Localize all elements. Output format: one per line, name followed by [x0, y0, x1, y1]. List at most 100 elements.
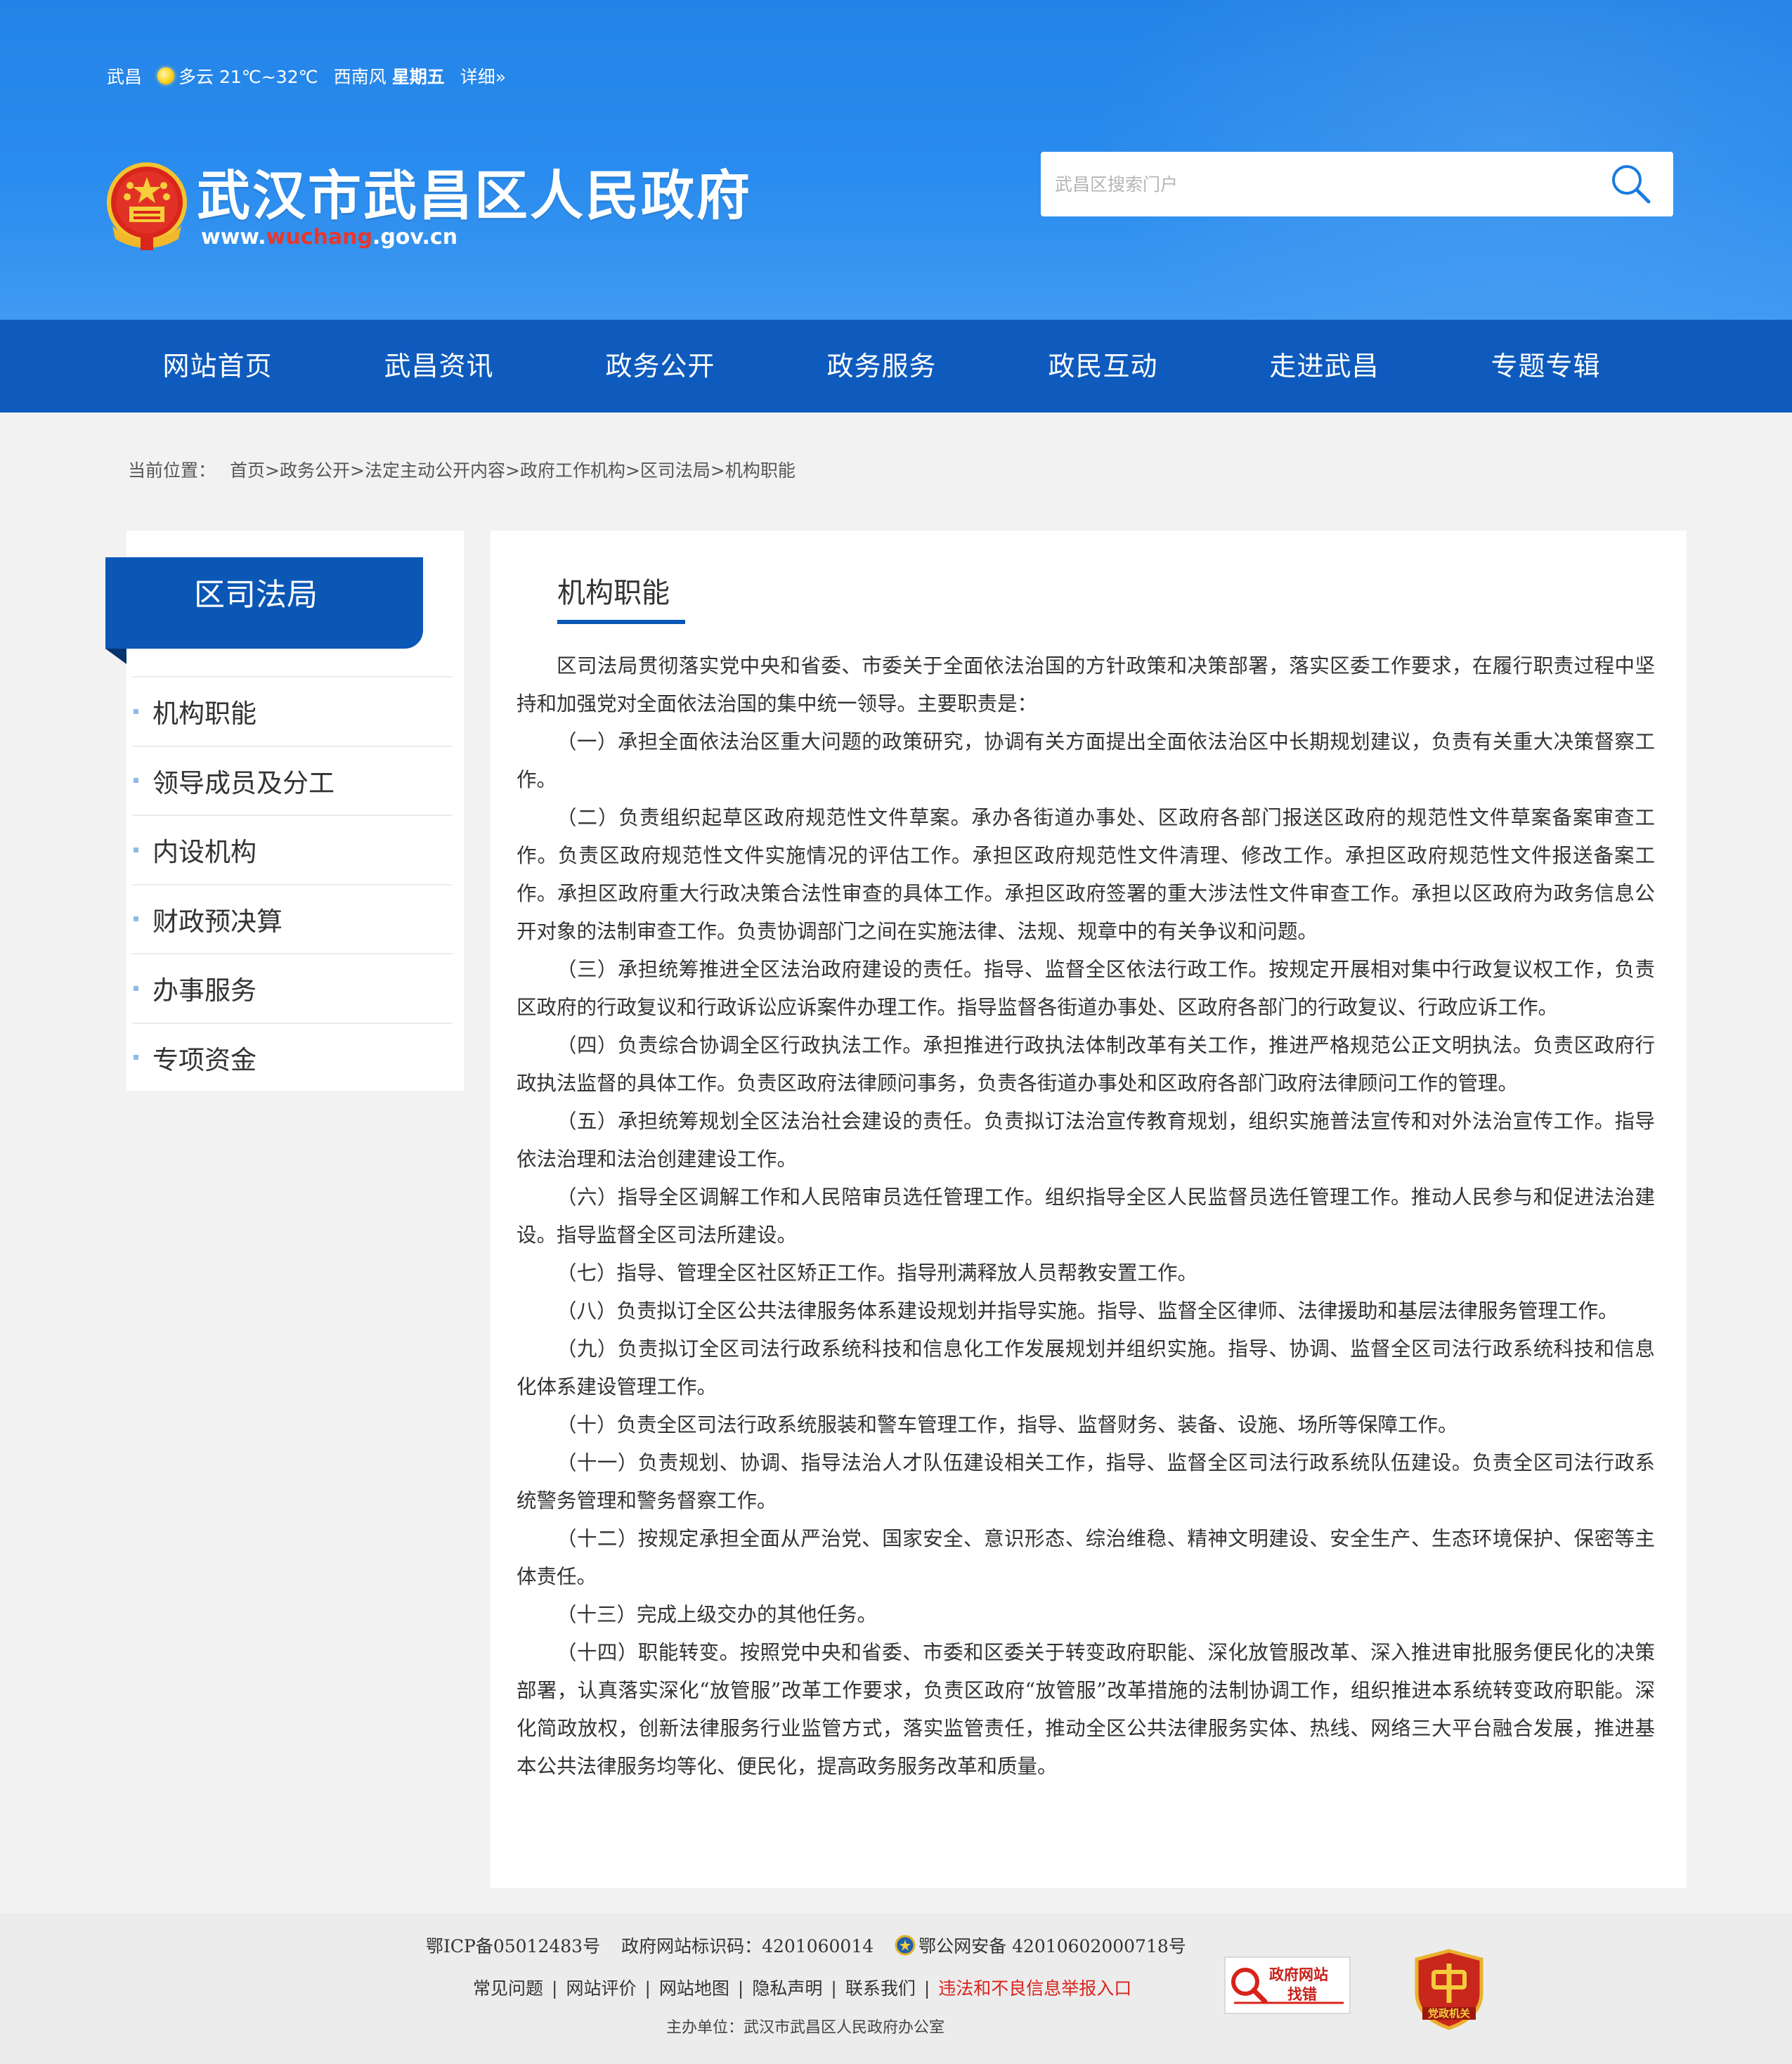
- article-paragraph: （一）承担全面依法治区重大问题的政策研究，协调有关方面提出全面依法治区中长期规划…: [517, 730, 1655, 791]
- weather-detail-link[interactable]: 详细»: [460, 63, 506, 89]
- breadcrumb-separator: >: [625, 460, 640, 481]
- article-paragraph: （八）负责拟订全区公共法律服务体系建设规划并指导实施。指导、监督全区律师、法律援…: [557, 1299, 1618, 1323]
- article-paragraph: （十三）完成上级交办的其他任务。: [557, 1603, 878, 1626]
- main-nav: 网站首页 武昌资讯 政务公开 政务服务 政民互动 走进武昌 专题专辑: [0, 320, 1792, 413]
- sidebar-item-label: 专项资金: [152, 1044, 257, 1075]
- site-url-prefix: www.: [201, 225, 266, 249]
- breadcrumb-statutory[interactable]: 法定主动公开内容: [365, 460, 505, 481]
- tab-fold: [105, 649, 126, 664]
- footer-separator: |: [737, 1978, 744, 1999]
- main-content: 机构职能 区司法局贯彻落实党中央和省委、市委关于全面依法治国的方针政策和决策部署…: [491, 531, 1687, 1888]
- article-paragraph: （七）指导、管理全区社区矫正工作。指导刑满释放人员帮教安置工作。: [557, 1261, 1198, 1285]
- nav-item-topics[interactable]: 专题专辑: [1435, 320, 1656, 413]
- article-paragraph: （四）负责综合协调全区行政执法工作。承担推进行政执法体制改革有关工作，推进严格规…: [517, 1034, 1655, 1095]
- article-paragraph: （十二）按规定承担全面从严治党、国家安全、意识形态、综治维稳、精神文明建设、安全…: [517, 1527, 1655, 1588]
- icp-record[interactable]: 鄂ICP备05012483号: [426, 1933, 600, 1958]
- sidebar: 区司法局 机构职能 领导成员及分工 内设机构 财政预决算 办事服务 专项资金: [105, 531, 464, 1091]
- sidebar-item-label: 财政预决算: [152, 906, 283, 937]
- bullet-icon: [134, 916, 138, 922]
- article-paragraph: （二）负责组织起草区政府规范性文件草案。承办各街道办事处、区政府各部门报送区政府…: [517, 806, 1655, 943]
- breadcrumb-gov-info[interactable]: 政务公开: [280, 460, 350, 481]
- article-body: 区司法局贯彻落实党中央和省委、市委关于全面依法治国的方针政策和决策部署，落实区委…: [517, 647, 1655, 1786]
- weather-city: 武昌: [107, 67, 143, 87]
- bullet-icon: [134, 1055, 138, 1060]
- site-url: www.wuchang.gov.cn: [201, 226, 752, 249]
- footer-sponsor: 主办单位：武汉市武昌区人民政府办公室: [666, 2019, 945, 2037]
- breadcrumb-agencies[interactable]: 政府工作机构: [520, 460, 625, 481]
- sidebar-item-budget[interactable]: 财政预决算: [132, 883, 453, 954]
- nav-item-news[interactable]: 武昌资讯: [328, 320, 550, 413]
- sidebar-item-label: 内设机构: [152, 837, 257, 868]
- footer-separator: |: [644, 1978, 651, 1999]
- weather-weekday: 星期五: [391, 67, 445, 87]
- bullet-icon: [134, 778, 138, 784]
- breadcrumb-separator: >: [710, 460, 725, 481]
- police-record[interactable]: 鄂公网安备 42010602000718号: [918, 1933, 1186, 1958]
- bullet-icon: [134, 847, 138, 852]
- footer-records: 鄂ICP备05012483号 政府网站标识码：4201060014 鄂公网安备 …: [426, 1933, 1186, 1958]
- article-paragraph: （十四）职能转变。按照党中央和省委、市委和区委关于转变政府职能、深化放管服改革、…: [517, 1641, 1655, 1778]
- page-title: 机构职能: [557, 577, 670, 609]
- title-underline: [557, 620, 685, 624]
- footer-link-privacy[interactable]: 隐私声明: [752, 1978, 822, 1999]
- sidebar-item-services[interactable]: 办事服务: [132, 953, 453, 1023]
- website-error-report-badge[interactable]: 政府网站 找错: [1224, 1956, 1351, 2014]
- sidebar-item-leadership[interactable]: 领导成员及分工: [132, 745, 453, 815]
- sidebar-title-tab: 区司法局: [105, 557, 423, 664]
- national-emblem-icon: [107, 162, 187, 250]
- sidebar-menu: 机构职能 领导成员及分工 内设机构 财政预决算 办事服务 专项资金: [132, 676, 453, 1091]
- weather-bar: 武昌 多云 21℃~32℃ 西南风 星期五 详细»: [107, 63, 506, 89]
- breadcrumb-separator: >: [505, 460, 520, 481]
- nav-item-home[interactable]: 网站首页: [107, 320, 328, 413]
- footer-separator: |: [923, 1978, 930, 1999]
- party-government-badge[interactable]: 党政机关: [1413, 1948, 1486, 2031]
- nav-item-interaction[interactable]: 政民互动: [992, 320, 1214, 413]
- breadcrumb-separator: >: [350, 460, 365, 481]
- weather-wind: 西南风: [333, 67, 387, 87]
- article-paragraph: （九）负责拟订全区司法行政系统科技和信息化工作发展规划并组织实施。指导、协调、监…: [517, 1337, 1655, 1398]
- badge-dangzheng-label: 党政机关: [1427, 2007, 1470, 2020]
- sidebar-title: 区司法局: [194, 577, 318, 613]
- site-title: 武汉市武昌区人民政府: [197, 164, 752, 227]
- footer-separator: |: [831, 1978, 837, 1999]
- footer-link-report[interactable]: 违法和不良信息举报入口: [938, 1978, 1131, 1999]
- sidebar-item-functions[interactable]: 机构职能: [132, 676, 453, 746]
- breadcrumb-home[interactable]: 首页: [230, 460, 265, 481]
- nav-item-about[interactable]: 走进武昌: [1214, 320, 1435, 413]
- article-paragraph: （十）负责全区司法行政系统服装和警车管理工作，指导、监督财务、装备、设施、场所等…: [557, 1413, 1458, 1436]
- nav-item-gov-info[interactable]: 政务公开: [550, 320, 771, 413]
- article-paragraph: （六）指导全区调解工作和人民陪审员选任管理工作。组织指导全区人民监督员选任管理工…: [517, 1186, 1655, 1247]
- breadcrumb-current[interactable]: 机构职能: [725, 460, 796, 481]
- footer-link-sitemap[interactable]: 网站地图: [659, 1978, 729, 1999]
- article-paragraph: （十一）负责规划、协调、指导法治人才队伍建设相关工作，指导、监督全区司法行政系统…: [517, 1451, 1655, 1512]
- site-logo[interactable]: 武汉市武昌区人民政府 www.wuchang.gov.cn: [105, 162, 752, 253]
- site-url-highlight: wuchang: [266, 225, 372, 249]
- sidebar-item-internal-units[interactable]: 内设机构: [132, 814, 453, 884]
- footer-separator: |: [552, 1978, 558, 1999]
- weather-condition-temp: 多云 21℃~32℃: [178, 67, 318, 87]
- sidebar-item-label: 办事服务: [152, 975, 257, 1006]
- search-icon: [1612, 165, 1651, 204]
- bullet-icon: [134, 985, 138, 991]
- sidebar-item-label: 领导成员及分工: [152, 767, 335, 798]
- article-paragraph: 区司法局贯彻落实党中央和省委、市委关于全面依法治国的方针政策和决策部署，落实区委…: [517, 654, 1655, 715]
- footer-link-evaluation[interactable]: 网站评价: [566, 1978, 636, 1999]
- site-identifier: 政府网站标识码：4201060014: [621, 1936, 874, 1956]
- footer-link-contact[interactable]: 联系我们: [845, 1978, 916, 1999]
- search-input[interactable]: [1041, 152, 1589, 216]
- breadcrumb-justice-bureau[interactable]: 区司法局: [640, 460, 710, 481]
- footer-link-faq[interactable]: 常见问题: [473, 1978, 543, 1999]
- search-button[interactable]: [1589, 152, 1673, 216]
- sidebar-item-special-funds[interactable]: 专项资金: [132, 1022, 453, 1092]
- sidebar-item-label: 机构职能: [152, 699, 257, 729]
- sun-icon: [157, 67, 175, 84]
- badge-jiucuo-line1: 政府网站: [1269, 1966, 1328, 1983]
- breadcrumb-label: 当前位置：: [128, 460, 216, 481]
- site-footer: 鄂ICP备05012483号 政府网站标识码：4201060014 鄂公网安备 …: [0, 1913, 1792, 2064]
- badge-jiucuo-line2: 找错: [1287, 1986, 1317, 2003]
- police-badge-icon: [895, 1935, 916, 1956]
- nav-item-gov-service[interactable]: 政务服务: [771, 320, 992, 413]
- site-header: 武昌 多云 21℃~32℃ 西南风 星期五 详细» 武汉市武昌区人民政府 www…: [0, 0, 1792, 320]
- article-paragraph: （三）承担统筹推进全区法治政府建设的责任。指导、监督全区依法行政工作。按规定开展…: [517, 958, 1655, 1019]
- breadcrumb: 当前位置： 首页>政务公开>法定主动公开内容>政府工作机构>区司法局>机构职能: [128, 457, 796, 482]
